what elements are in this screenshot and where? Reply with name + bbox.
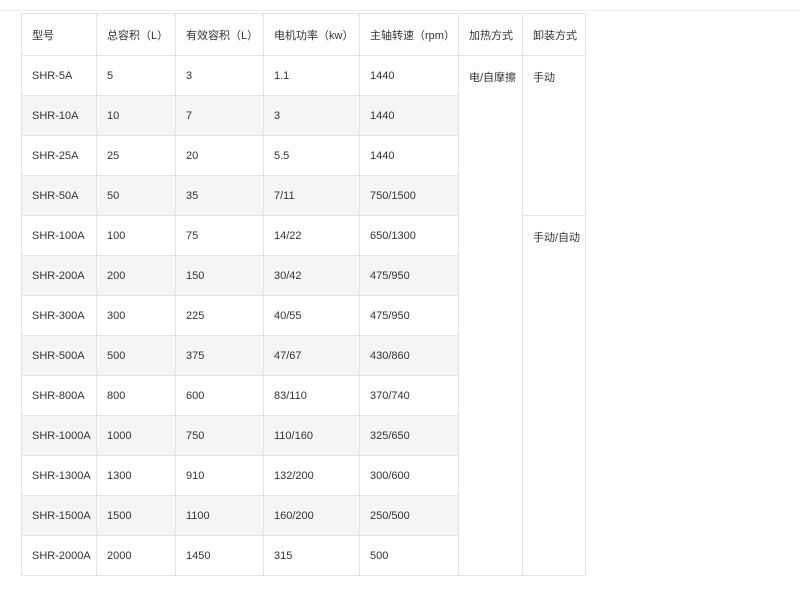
header-heating-method: 加热方式: [458, 13, 523, 56]
cell-motor-power: 40/55: [263, 295, 360, 336]
cell-effective-volume: 35: [175, 175, 264, 216]
cell-effective-volume: 150: [175, 255, 264, 296]
cell-spindle-speed: 650/1300: [359, 215, 459, 256]
cell-total-volume: 5: [96, 55, 176, 96]
cell-spindle-speed: 250/500: [359, 495, 459, 536]
cell-effective-volume: 225: [175, 295, 264, 336]
cell-motor-power: 1.1: [263, 55, 360, 96]
cell-motor-power: 14/22: [263, 215, 360, 256]
cell-effective-volume: 600: [175, 375, 264, 416]
cell-effective-volume: 20: [175, 135, 264, 176]
cell-motor-power: 3: [263, 95, 360, 136]
cell-model: SHR-300A: [21, 295, 97, 336]
cell-model: SHR-500A: [21, 335, 97, 376]
cell-spindle-speed: 430/860: [359, 335, 459, 376]
cell-total-volume: 50: [96, 175, 176, 216]
cell-motor-power: 132/200: [263, 455, 360, 496]
cell-total-volume: 300: [96, 295, 176, 336]
cell-motor-power: 315: [263, 535, 360, 576]
cell-model: SHR-5A: [21, 55, 97, 96]
cell-spindle-speed: 1440: [359, 135, 459, 176]
header-total-volume: 总容积（L）: [96, 13, 176, 56]
cell-spindle-speed: 325/650: [359, 415, 459, 456]
cell-effective-volume: 375: [175, 335, 264, 376]
spec-table: 型号 总容积（L） 有效容积（L） 电机功率（kw） 主轴转速（rpm） 加热方…: [21, 13, 586, 576]
cell-effective-volume: 910: [175, 455, 264, 496]
cell-spindle-speed: 475/950: [359, 295, 459, 336]
cell-spindle-speed: 750/1500: [359, 175, 459, 216]
cell-total-volume: 1300: [96, 455, 176, 496]
cell-model: SHR-10A: [21, 95, 97, 136]
cell-model: SHR-25A: [21, 135, 97, 176]
cell-effective-volume: 75: [175, 215, 264, 256]
cell-model: SHR-1000A: [21, 415, 97, 456]
cell-model: SHR-200A: [21, 255, 97, 296]
header-model: 型号: [21, 13, 97, 56]
cell-motor-power: 30/42: [263, 255, 360, 296]
top-divider: [0, 10, 800, 11]
cell-effective-volume: 3: [175, 55, 264, 96]
table-header-row: 型号 总容积（L） 有效容积（L） 电机功率（kw） 主轴转速（rpm） 加热方…: [21, 13, 586, 56]
cell-spindle-speed: 500: [359, 535, 459, 576]
cell-spindle-speed: 1440: [359, 95, 459, 136]
table-row: SHR-5A 5 3 1.1 1440 电/自摩擦 手动: [21, 55, 586, 576]
cell-model: SHR-50A: [21, 175, 97, 216]
header-spindle-speed: 主轴转速（rpm）: [359, 13, 459, 56]
cell-total-volume: 25: [96, 135, 176, 176]
cell-motor-power: 160/200: [263, 495, 360, 536]
cell-model: SHR-100A: [21, 215, 97, 256]
cell-total-volume: 500: [96, 335, 176, 376]
cell-motor-power: 7/11: [263, 175, 360, 216]
cell-spindle-speed: 370/740: [359, 375, 459, 416]
cell-spindle-speed: 475/950: [359, 255, 459, 296]
cell-model: SHR-2000A: [21, 535, 97, 576]
cell-effective-volume: 750: [175, 415, 264, 456]
cell-effective-volume: 1450: [175, 535, 264, 576]
header-effective-volume: 有效容积（L）: [175, 13, 264, 56]
cell-effective-volume: 1100: [175, 495, 264, 536]
cell-effective-volume: 7: [175, 95, 264, 136]
header-discharge-method: 卸装方式: [522, 13, 586, 56]
cell-total-volume: 1000: [96, 415, 176, 456]
cell-motor-power: 110/160: [263, 415, 360, 456]
cell-total-volume: 1500: [96, 495, 176, 536]
cell-spindle-speed: 300/600: [359, 455, 459, 496]
cell-motor-power: 5.5: [263, 135, 360, 176]
cell-model: SHR-1300A: [21, 455, 97, 496]
cell-motor-power: 83/110: [263, 375, 360, 416]
cell-total-volume: 10: [96, 95, 176, 136]
cell-discharge-manual: 手动: [522, 55, 586, 216]
cell-total-volume: 200: [96, 255, 176, 296]
cell-motor-power: 47/67: [263, 335, 360, 376]
cell-total-volume: 100: [96, 215, 176, 256]
cell-model: SHR-1500A: [21, 495, 97, 536]
cell-spindle-speed: 1440: [359, 55, 459, 96]
header-motor-power: 电机功率（kw）: [263, 13, 360, 56]
cell-discharge-manual-auto: 手动/自动: [522, 215, 586, 576]
cell-total-volume: 2000: [96, 535, 176, 576]
cell-model: SHR-800A: [21, 375, 97, 416]
cell-heating-method: 电/自摩擦: [458, 55, 523, 576]
cell-total-volume: 800: [96, 375, 176, 416]
